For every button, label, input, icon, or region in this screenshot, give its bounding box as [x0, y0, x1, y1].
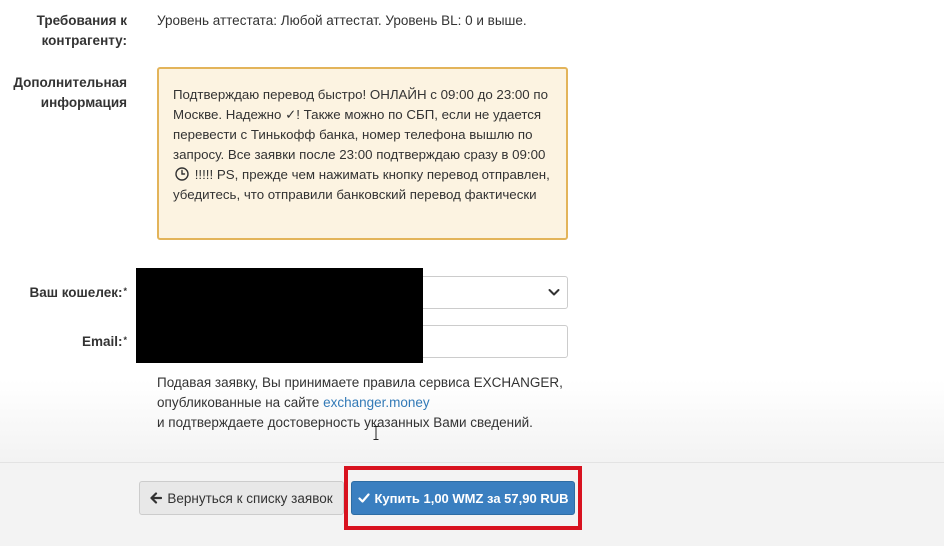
buy-button[interactable]: Купить 1,00 WMZ за 57,90 RUB — [351, 481, 575, 515]
terms-notice: Подавая заявку, Вы принимаете правила се… — [157, 373, 577, 433]
buy-button-label: Купить 1,00 WMZ за 57,90 RUB — [374, 490, 569, 506]
wallet-label: Ваш кошелек:* — [29, 283, 127, 303]
terms-line2: опубликованные на сайте exchanger.money — [157, 393, 577, 413]
additional-info-label: Дополнительная информация — [13, 73, 127, 113]
email-required-mark: * — [123, 335, 127, 345]
back-button-label: Вернуться к списку заявок — [167, 490, 333, 506]
redaction-block — [136, 268, 423, 363]
footer-divider — [0, 462, 944, 463]
requirements-label-line1: Требования к — [36, 13, 127, 28]
additional-info-text-part2: !!!!! PS, прежде чем нажимать кнопку пер… — [173, 167, 550, 202]
terms-line1: Подавая заявку, Вы принимаете правила се… — [157, 375, 563, 390]
terms-site-link[interactable]: exchanger.money — [323, 395, 430, 410]
additional-info-text-part1: Подтверждаю перевод быстро! ОНЛАЙН с 09:… — [173, 87, 548, 162]
wallet-label-text: Ваш кошелек: — [29, 285, 123, 300]
requirements-label: Требования к контрагенту: — [37, 11, 127, 51]
requirements-label-line2: контрагенту: — [41, 33, 127, 48]
arrow-left-icon — [150, 492, 163, 504]
email-label-text: Email: — [81, 334, 123, 349]
terms-line2-prefix: опубликованные на сайте — [157, 395, 320, 410]
chevron-down-icon — [548, 289, 560, 296]
back-to-orders-button[interactable]: Вернуться к списку заявок — [139, 481, 344, 515]
terms-line3: и подтверждаете достоверность указанных … — [157, 415, 533, 430]
requirements-value: Уровень аттестата: Любой аттестат. Урове… — [157, 13, 527, 28]
additional-info-label-line1: Дополнительная — [13, 75, 127, 90]
clock-icon — [175, 167, 189, 181]
additional-info-label-line2: информация — [40, 95, 127, 110]
additional-info-box: Подтверждаю перевод быстро! ОНЛАЙН с 09:… — [157, 67, 568, 240]
checkmark-icon — [357, 493, 370, 503]
wallet-required-mark: * — [123, 286, 127, 296]
exchange-order-page: Требования к контрагенту: Уровень аттест… — [0, 0, 944, 546]
text-cursor-icon — [373, 426, 379, 440]
email-label: Email:* — [82, 332, 127, 352]
